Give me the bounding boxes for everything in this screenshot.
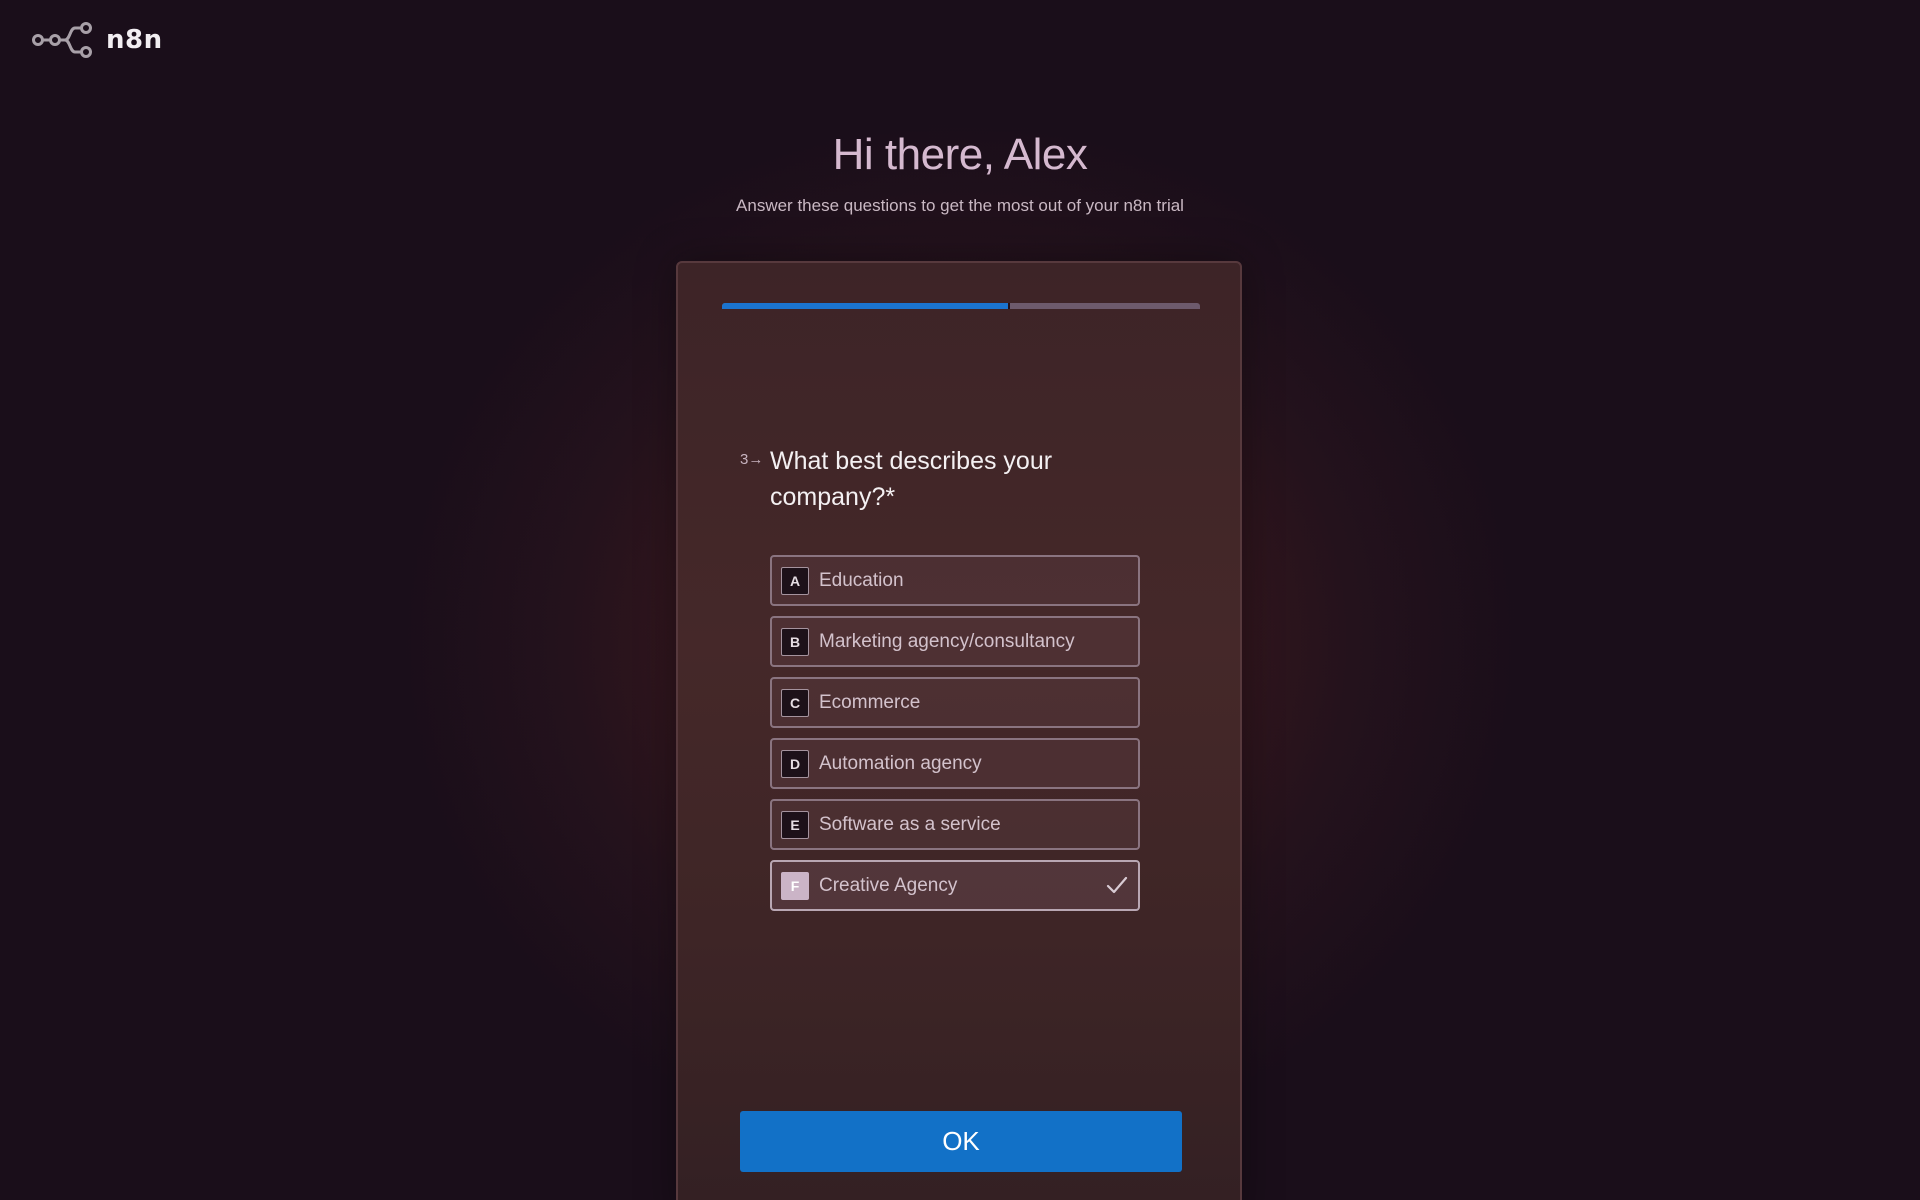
option-ecommerce[interactable]: C Ecommerce [770,677,1140,728]
option-key: B [781,627,809,656]
page-title: Hi there, Alex [832,130,1088,179]
option-label: Automation agency [819,752,982,774]
brand-logo: n8n [32,22,163,58]
ok-button[interactable]: OK [740,1111,1182,1172]
option-key: F [781,871,809,900]
question-text: What best describes your company?* [770,447,1053,511]
checkmark-icon [1106,876,1128,894]
option-label: Education [819,569,904,591]
option-label: Marketing agency/consultancy [819,630,1075,652]
option-key: E [781,810,809,839]
option-key: D [781,749,809,778]
progress-bar-fill [722,303,1009,309]
n8n-logo-icon [32,22,92,58]
question-number: 3→ [740,451,764,468]
option-key: A [781,566,809,595]
option-creative-agency[interactable]: F Creative Agency [770,860,1140,911]
progress-bar [722,303,1200,309]
progress-bar-divider [1007,303,1010,309]
option-label: Ecommerce [819,691,921,713]
option-education[interactable]: A Education [770,555,1140,606]
option-key: C [781,688,809,717]
survey-card: 3→ What best describes your company?* A … [676,261,1242,1200]
option-label: Software as a service [819,813,1001,835]
option-label: Creative Agency [819,874,958,896]
brand-name: n8n [106,25,163,55]
option-marketing-agency[interactable]: B Marketing agency/consultancy [770,616,1140,667]
option-automation-agency[interactable]: D Automation agency [770,738,1140,789]
option-saas[interactable]: E Software as a service [770,799,1140,850]
options-list: A Education B Marketing agency/consultan… [770,555,1140,921]
page-subtitle: Answer these questions to get the most o… [736,196,1184,215]
